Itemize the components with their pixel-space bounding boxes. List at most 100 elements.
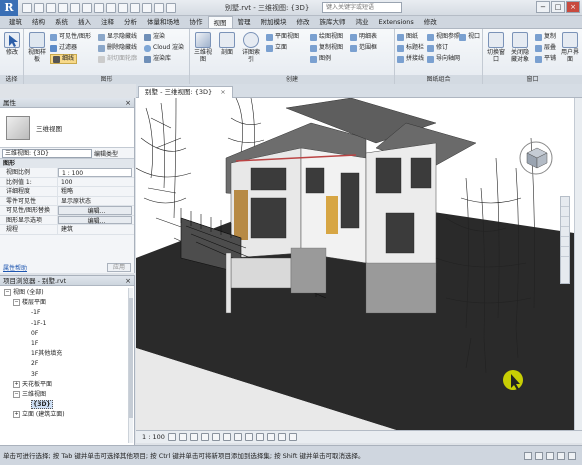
lock-view-icon[interactable]: [244, 433, 253, 441]
duplicate-view-button[interactable]: 复制视图: [310, 43, 343, 53]
save-icon[interactable]: [34, 2, 44, 13]
replicate-button[interactable]: 复制: [535, 32, 556, 42]
title-block-button[interactable]: 标题栏: [397, 43, 424, 53]
legends-button[interactable]: 图例: [310, 54, 331, 64]
expand-icon[interactable]: +: [13, 411, 20, 419]
select-pinned-icon[interactable]: [557, 451, 565, 460]
viewport-scrollbar[interactable]: [574, 98, 582, 430]
close-icon[interactable]: ×: [125, 98, 131, 108]
crop-view-icon[interactable]: [222, 433, 231, 441]
look-icon[interactable]: [561, 237, 569, 247]
tree-item[interactable]: + 天花板平面: [0, 380, 134, 390]
view-templates-button[interactable]: 视图样板: [26, 32, 48, 63]
callout-button[interactable]: 详图索引: [240, 32, 262, 63]
render-button[interactable]: 渲染: [144, 32, 165, 42]
search-input[interactable]: 键入关键字或短语: [322, 2, 402, 13]
ribbon-tab[interactable]: 附加模块: [256, 16, 292, 28]
type-selector[interactable]: 三维视图: [0, 108, 134, 148]
close-hidden-button[interactable]: 关闭隐藏对象: [509, 32, 531, 63]
tree-item[interactable]: -1F-1: [0, 319, 134, 329]
property-value[interactable]: 1 : 100: [58, 168, 132, 177]
switch-windows-button[interactable]: 切换窗口: [485, 32, 507, 63]
section-button[interactable]: 剖面: [216, 32, 238, 56]
view-scale[interactable]: 1 : 100: [142, 433, 165, 441]
tree-item[interactable]: − 三维视图: [0, 390, 134, 400]
guide-grid-button[interactable]: 导向轴网: [427, 54, 460, 64]
ribbon-tab[interactable]: 视图: [207, 16, 233, 28]
ribbon-tab[interactable]: 插入: [73, 16, 96, 28]
print-icon[interactable]: [82, 2, 92, 13]
steering-wheel-icon[interactable]: [561, 197, 569, 207]
tile-button[interactable]: 平铺: [535, 54, 556, 64]
sheet-button[interactable]: 图纸: [397, 32, 418, 42]
tree-item[interactable]: − 视图 (全部): [0, 288, 134, 298]
cascade-button[interactable]: 层叠: [535, 43, 556, 53]
filters-button[interactable]: 过滤器: [50, 43, 77, 53]
tree-item[interactable]: 1F: [0, 339, 134, 349]
sun-path-icon[interactable]: [189, 433, 198, 441]
worksets-icon[interactable]: [524, 451, 532, 460]
visibility-graphics-button[interactable]: 可见性/图形: [50, 32, 91, 42]
scrollbar-thumb[interactable]: [129, 298, 133, 418]
graphics-group-label[interactable]: 图形: [24, 75, 189, 84]
user-interface-button[interactable]: 用户界面: [559, 32, 581, 63]
render-gallery-button[interactable]: 渲染库: [144, 54, 171, 64]
close-icon[interactable]: ×: [220, 88, 225, 96]
view-tab[interactable]: 别墅 - 三维视图: {3D} ×: [138, 86, 233, 98]
remove-hidden-lines-button[interactable]: 删除隐藏线: [98, 43, 137, 53]
ribbon-tab[interactable]: 鸿业: [351, 16, 374, 28]
ribbon-tab[interactable]: 结构: [27, 16, 50, 28]
temp-view-properties-icon[interactable]: [277, 433, 286, 441]
render-dialog-icon[interactable]: [211, 433, 220, 441]
schedules-button[interactable]: 明细表: [350, 32, 377, 42]
reveal-hidden-icon[interactable]: [266, 433, 275, 441]
ribbon-tab[interactable]: 体量和场地: [142, 16, 185, 28]
revisions-button[interactable]: 修订: [427, 43, 448, 53]
edit-button[interactable]: 编辑...: [58, 215, 132, 225]
show-crop-icon[interactable]: [233, 433, 242, 441]
drafting-view-button[interactable]: 绘图视图: [310, 32, 343, 42]
ribbon-tab[interactable]: 管理: [233, 16, 256, 28]
expand-icon[interactable]: +: [13, 380, 20, 388]
properties-category[interactable]: 图形: [0, 159, 134, 168]
collapse-icon[interactable]: −: [13, 390, 20, 398]
design-options-icon[interactable]: [535, 451, 543, 460]
zoom-icon[interactable]: [561, 207, 569, 217]
ribbon-tab[interactable]: 系统: [50, 16, 73, 28]
windows-group-label[interactable]: 窗口: [483, 75, 582, 84]
ribbon-tab[interactable]: 分析: [119, 16, 142, 28]
select-group-label[interactable]: 选择: [0, 75, 23, 84]
tree-item[interactable]: 1F其他填充: [0, 349, 134, 359]
ribbon-tab[interactable]: 建筑: [4, 16, 27, 28]
ribbon-tab[interactable]: 修改: [419, 16, 442, 28]
maximize-button[interactable]: □: [551, 1, 565, 13]
hide-isolate-icon[interactable]: [255, 433, 264, 441]
redo-icon[interactable]: [70, 2, 80, 13]
cloud-render-button[interactable]: Cloud 渲染: [144, 43, 184, 53]
pan-icon[interactable]: [561, 217, 569, 227]
ribbon-tab[interactable]: 注释: [96, 16, 119, 28]
property-value[interactable]: 显示原状态: [58, 197, 134, 206]
ribbon-tab[interactable]: 协作: [185, 16, 208, 28]
application-menu-button[interactable]: R: [0, 0, 18, 16]
close-icon[interactable]: ×: [125, 276, 131, 286]
section-icon[interactable]: [130, 2, 140, 13]
3d-viewport[interactable]: [136, 98, 574, 430]
shadows-icon[interactable]: [200, 433, 209, 441]
nav-options-icon[interactable]: [561, 247, 569, 257]
properties-help-link[interactable]: 属性帮助: [3, 263, 27, 272]
orbit-icon[interactable]: [561, 227, 569, 237]
filter-icon[interactable]: [568, 451, 576, 460]
measure-icon[interactable]: [94, 2, 104, 13]
tree-item[interactable]: 2F: [0, 359, 134, 369]
analytical-model-icon[interactable]: [288, 433, 297, 441]
apply-button[interactable]: 应用: [107, 262, 131, 272]
tree-item[interactable]: -1F: [0, 308, 134, 318]
property-value[interactable]: 100: [58, 178, 134, 187]
create-group-label[interactable]: 创建: [190, 75, 394, 84]
detail-level-icon[interactable]: [167, 433, 176, 441]
3d-view-icon[interactable]: [118, 2, 128, 13]
open-icon[interactable]: [22, 2, 32, 13]
elevation-button[interactable]: 立面: [266, 43, 287, 53]
tree-item[interactable]: − 楼层平面: [0, 298, 134, 308]
